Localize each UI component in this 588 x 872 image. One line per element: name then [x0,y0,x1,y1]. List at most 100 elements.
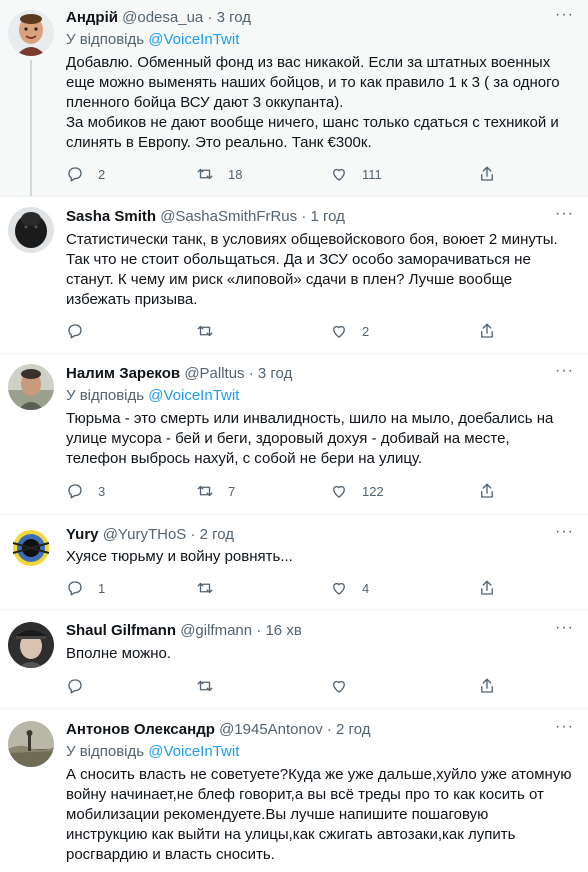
reply-button[interactable]: 3 [66,481,105,501]
more-icon[interactable]: ··· [555,719,574,735]
share-icon [481,166,493,181]
tweet-sasha-smith[interactable]: Sasha Smith @SashaSmithFrRus · 1 год ···… [0,197,588,353]
reply-count: 3 [98,483,106,499]
reply-context: У відповідь @VoiceInTwit [66,30,239,50]
author-name[interactable]: Налим Зареков [66,365,180,382]
like-button[interactable]: 111 [330,164,382,184]
avatar[interactable] [8,207,54,253]
author-handle[interactable]: @YuryTHoS [103,526,187,543]
reply-prefix: У відповідь [66,31,145,48]
tweet-time[interactable]: 16 хв [265,622,301,639]
more-icon[interactable]: ··· [555,206,574,222]
author-name[interactable]: Андрій [66,9,118,26]
like-icon [333,485,345,498]
tweet-yury[interactable]: Yury @YuryTHoS · 2 год ··· Хуясе тюрьму … [0,515,588,609]
like-button[interactable]: 2 [330,321,369,341]
share-icon [481,678,493,693]
reply-button[interactable] [66,676,98,696]
share-button[interactable] [478,676,496,696]
author-name[interactable]: Yury [66,526,99,543]
avatar[interactable] [8,364,54,410]
tweet-text-line: Так что не стоит обольщаться. Да и ЗСУ о… [66,251,531,268]
like-icon [333,680,345,693]
retweet-icon [197,680,213,692]
like-count: 4 [362,580,370,596]
more-icon[interactable]: ··· [555,363,574,379]
retweet-icon [197,582,213,594]
author-name[interactable]: Shaul Gilfmann [66,622,176,639]
reply-button[interactable]: 2 [66,164,105,184]
reply-prefix: У відповідь [66,387,145,404]
more-icon[interactable]: ··· [555,7,574,23]
reply-mention-link[interactable]: @VoiceInTwit [148,31,239,48]
reply-icon [68,581,82,596]
thread-line [30,60,32,196]
like-button[interactable] [330,676,362,696]
tweet-text-line: мобилизации рекомендуете.Вы лучше напиши… [66,806,489,823]
reply-mention-link[interactable]: @VoiceInTwit [148,387,239,404]
like-button[interactable]: 4 [330,578,369,598]
tweet-text: Добавлю. Обменный фонд из вас никакой. Е… [66,53,576,153]
tweet-text-line: телефон выбрось нахуй, с собой не бери н… [66,450,423,467]
tweet-text-line: За мобиков не дают вообще ничего, шанс т… [66,114,559,131]
tweet-actions: 2 18 111 [66,164,506,184]
tweet-time[interactable]: 2 год [200,526,234,543]
retweet-button[interactable]: 7 [196,481,235,501]
tweet-text-line: Вполне можно. [66,645,171,662]
tweet-text: Тюрьма - это смерть или инвалидность, ши… [66,409,576,469]
avatar[interactable] [8,525,54,571]
retweet-icon [197,325,213,337]
reply-button[interactable] [66,321,98,341]
tweet-text: Вполне можно. [66,644,576,664]
tweet-time[interactable]: 3 год [258,365,292,382]
retweet-button[interactable] [196,676,228,696]
retweet-count: 18 [228,166,243,182]
tweet-antonov-oleksandr[interactable]: Антонов Олександр @1945Antonov · 2 год ·… [0,709,588,872]
separator-dot: · [301,208,307,225]
share-button[interactable] [478,321,496,341]
like-button[interactable]: 122 [330,481,384,501]
tweet-text-line: войну начинает,не блеф говорит,а вы всё … [66,786,544,803]
author-name[interactable]: Sasha Smith [66,208,156,225]
tweet-header: Sasha Smith @SashaSmithFrRus · 1 год ··· [66,206,574,227]
reply-button[interactable]: 1 [66,578,105,598]
retweet-button[interactable] [196,321,228,341]
avatar[interactable] [8,721,54,767]
avatar[interactable] [8,622,54,668]
tweet-text-line: Тюрьма - это смерть или инвалидность, ши… [66,410,554,427]
tweet-text-line: Добавлю. Обменный фонд из вас никакой. Е… [66,54,551,71]
reply-context: У відповідь @VoiceInTwit [66,742,239,762]
separator-dot: · [256,622,262,639]
author-name[interactable]: Антонов Олександр [66,721,215,738]
tweet-text-line: избежать призыва. [66,291,198,308]
reply-icon [68,324,82,339]
tweet-shaul-gilfmann[interactable]: Shaul Gilfmann @gilfmann · 16 хв ··· Впо… [0,610,588,708]
share-button[interactable] [478,481,496,501]
author-handle[interactable]: @gilfmann [180,622,252,639]
tweet-text-line: росгвардию и власть сносить. [66,846,275,863]
tweet-header: Yury @YuryTHoS · 2 год ··· [66,524,574,545]
tweet-time[interactable]: 1 год [310,208,344,225]
more-icon[interactable]: ··· [555,620,574,636]
more-icon[interactable]: ··· [555,524,574,540]
like-icon [333,168,345,181]
avatar[interactable] [8,10,54,56]
reply-count: 2 [98,166,106,182]
share-button[interactable] [478,578,496,598]
tweet-time[interactable]: 2 год [336,721,370,738]
retweet-button[interactable] [196,578,228,598]
reply-mention-link[interactable]: @VoiceInTwit [148,743,239,760]
tweet-header: Андрій @odesa_ua · 3 год ··· [66,7,574,28]
tweet-nalim-zarekov[interactable]: Налим Зареков @Palltus · 3 год ··· У від… [0,354,588,514]
retweet-icon [197,168,213,180]
author-handle[interactable]: @odesa_ua [122,9,203,26]
author-handle[interactable]: @1945Antonov [219,721,323,738]
share-button[interactable] [478,164,496,184]
tweet-andriy[interactable]: Андрій @odesa_ua · 3 год ··· У відповідь… [0,0,588,196]
author-handle[interactable]: @Palltus [184,365,244,382]
retweet-button[interactable]: 18 [196,164,242,184]
tweet-header: Налим Зареков @Palltus · 3 год ··· [66,363,574,384]
tweet-time[interactable]: 3 год [217,9,251,26]
author-handle[interactable]: @SashaSmithFrRus [160,208,297,225]
tweet-text-line: еще можно выменять наших бойцов, и то ка… [66,74,560,91]
